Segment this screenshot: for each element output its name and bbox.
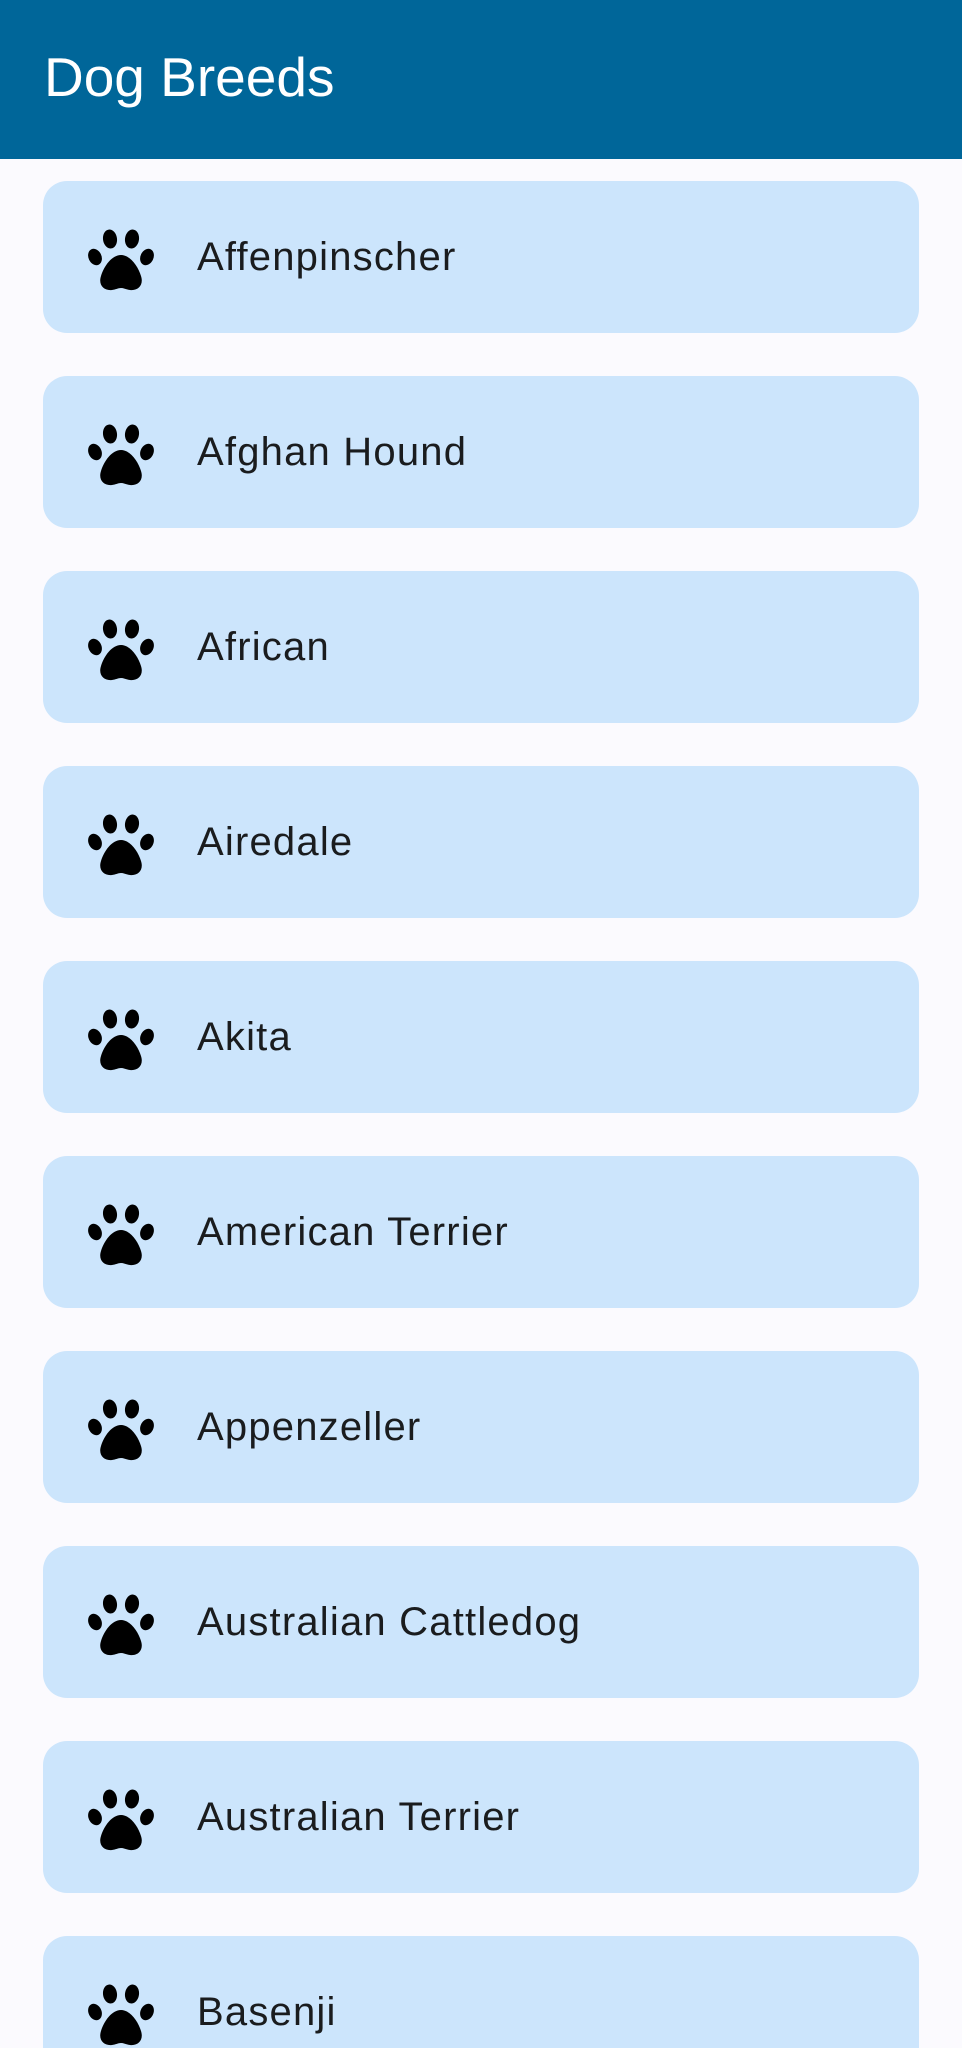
breed-list[interactable]: Affenpinscher Afghan Hound African Aired… bbox=[0, 159, 962, 2048]
paw-icon bbox=[85, 613, 157, 685]
paw-icon bbox=[85, 418, 157, 490]
paw-icon bbox=[85, 1393, 157, 1465]
breed-name: Afghan Hound bbox=[197, 430, 468, 474]
breed-name: African bbox=[197, 625, 330, 669]
breed-list-item-airedale[interactable]: Airedale bbox=[43, 766, 919, 918]
breed-name: Akita bbox=[197, 1015, 292, 1059]
breed-list-item-basenji[interactable]: Basenji bbox=[43, 1936, 919, 2048]
paw-icon bbox=[85, 1783, 157, 1855]
breed-list-item-afghan-hound[interactable]: Afghan Hound bbox=[43, 376, 919, 528]
breed-list-item-australian-cattledog[interactable]: Australian Cattledog bbox=[43, 1546, 919, 1698]
paw-icon bbox=[85, 1978, 157, 2048]
breed-list-item-affenpinscher[interactable]: Affenpinscher bbox=[43, 181, 919, 333]
breed-name: Basenji bbox=[197, 1990, 337, 2034]
breed-name: Affenpinscher bbox=[197, 235, 457, 279]
breed-list-item-akita[interactable]: Akita bbox=[43, 961, 919, 1113]
top-app-bar: Dog Breeds bbox=[0, 0, 962, 159]
paw-icon bbox=[85, 1198, 157, 1270]
breed-name: Appenzeller bbox=[197, 1405, 422, 1449]
paw-icon bbox=[85, 1588, 157, 1660]
breed-name: Airedale bbox=[197, 820, 354, 864]
breed-name: Australian Terrier bbox=[197, 1795, 521, 1839]
breed-list-item-australian-terrier[interactable]: Australian Terrier bbox=[43, 1741, 919, 1893]
breed-name: Australian Cattledog bbox=[197, 1600, 582, 1644]
paw-icon bbox=[85, 223, 157, 295]
paw-icon bbox=[85, 1003, 157, 1075]
paw-icon bbox=[85, 808, 157, 880]
breed-list-item-american-terrier[interactable]: American Terrier bbox=[43, 1156, 919, 1308]
page-title: Dog Breeds bbox=[44, 46, 335, 108]
breed-list-item-appenzeller[interactable]: Appenzeller bbox=[43, 1351, 919, 1503]
breed-name: American Terrier bbox=[197, 1210, 509, 1254]
breed-list-item-african[interactable]: African bbox=[43, 571, 919, 723]
